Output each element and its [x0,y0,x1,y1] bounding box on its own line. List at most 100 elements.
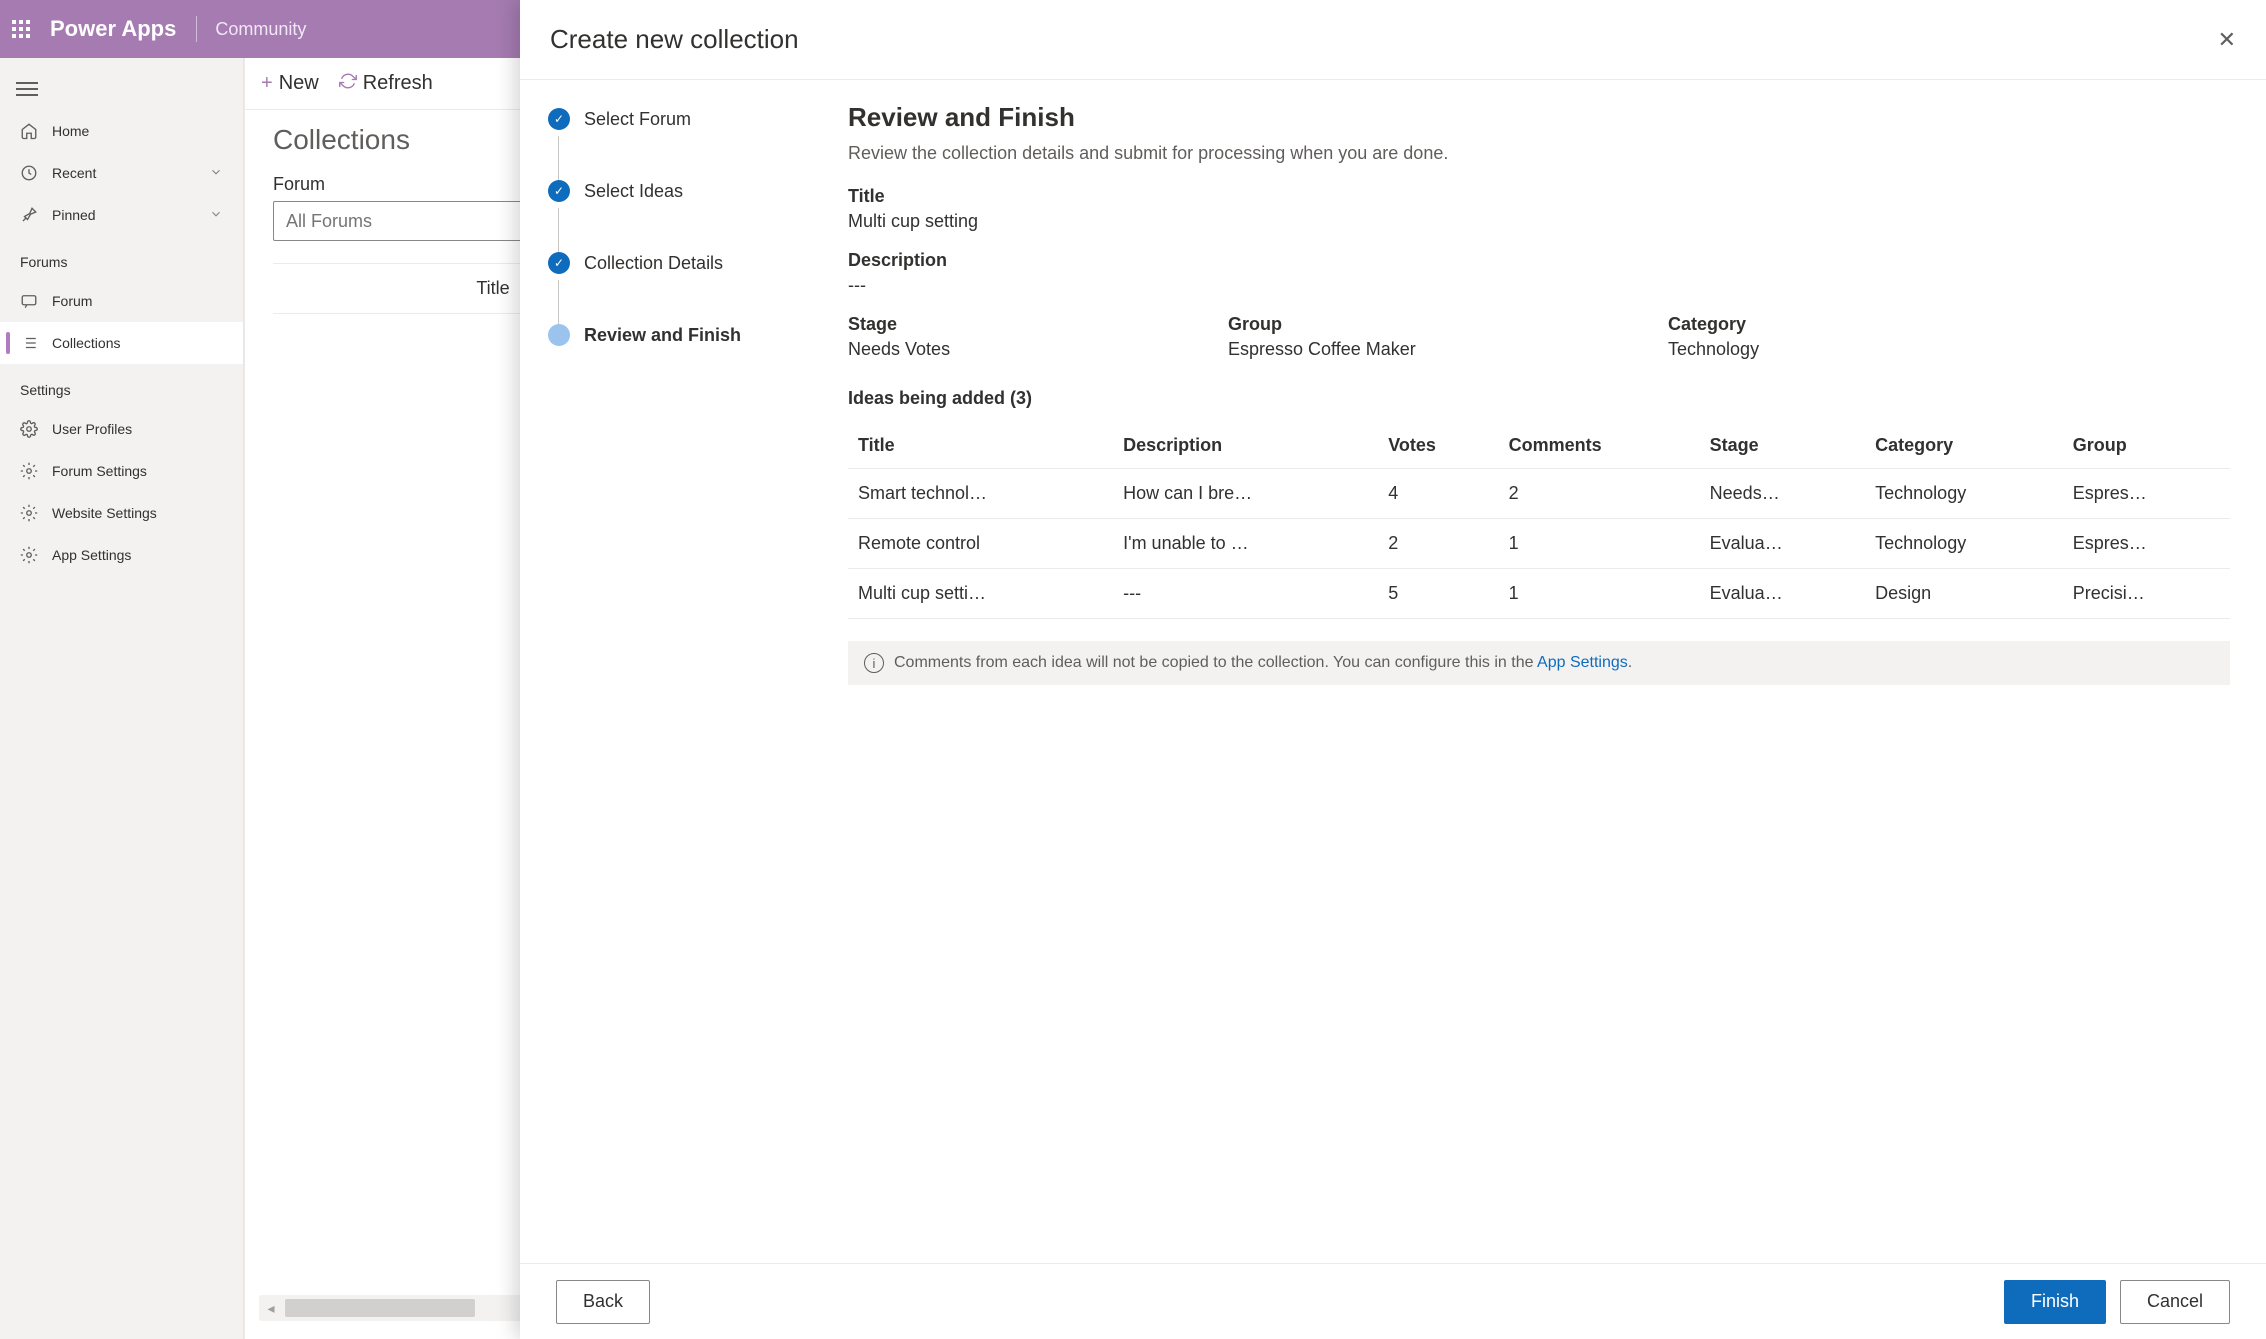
cell-comments: 1 [1499,519,1700,569]
refresh-icon [339,72,357,96]
nav-app-settings[interactable]: App Settings [0,534,243,576]
chevron-down-icon [209,207,223,224]
scroll-thumb[interactable] [285,1299,475,1317]
table-row[interactable]: Remote control I'm unable to … 2 1 Evalu… [848,519,2230,569]
col-description: Description [1113,423,1378,469]
nav-item-label: App Settings [52,547,131,563]
nav-item-label: Recent [52,165,96,181]
finish-button[interactable]: Finish [2004,1280,2106,1324]
info-bar: i Comments from each idea will not be co… [848,641,2230,685]
panel-title: Create new collection [550,24,799,55]
pin-icon [20,206,38,224]
nav-item-label: Forum Settings [52,463,147,479]
group-field-label: Group [1228,314,1588,335]
cell-votes: 4 [1378,469,1498,519]
app-launcher-icon[interactable] [12,20,30,38]
title-field-value: Multi cup setting [848,211,2230,232]
nav-item-label: Pinned [52,207,96,223]
col-category: Category [1865,423,2063,469]
gear-icon [20,420,38,438]
cell-title: Smart technol… [848,469,1113,519]
panel-header: Create new collection ✕ [520,0,2266,80]
close-icon[interactable]: ✕ [2218,27,2236,53]
cell-comments: 1 [1499,569,1700,619]
stage-field-label: Stage [848,314,1148,335]
stage-field-value: Needs Votes [848,339,1148,360]
review-heading: Review and Finish [848,102,2230,133]
nav-item-label: Website Settings [52,505,157,521]
cell-stage: Evalua… [1700,569,1865,619]
current-step-icon [548,324,570,346]
cancel-button[interactable]: Cancel [2120,1280,2230,1324]
step-review-finish[interactable]: Review and Finish [548,324,820,346]
step-collection-details[interactable]: ✓ Collection Details [548,252,820,274]
info-message: Comments from each idea will not be copi… [894,654,1537,671]
nav-item-label: User Profiles [52,421,132,437]
nav-group-forums: Forums [0,236,243,280]
cell-comments: 2 [1499,469,1700,519]
step-select-forum[interactable]: ✓ Select Forum [548,108,820,130]
cmd-label: New [279,72,319,95]
cell-category: Technology [1865,519,2063,569]
cell-votes: 2 [1378,519,1498,569]
cell-stage: Evalua… [1700,519,1865,569]
nav-forum-settings[interactable]: Forum Settings [0,450,243,492]
info-text: Comments from each idea will not be copi… [894,654,1632,672]
step-label: Select Ideas [584,181,683,202]
table-row[interactable]: Smart technol… How can I bre… 4 2 Needs…… [848,469,2230,519]
cell-stage: Needs… [1700,469,1865,519]
ideas-being-added-label: Ideas being added (3) [848,388,2230,409]
description-field-value: --- [848,275,2230,296]
app-name: Power Apps [50,16,176,42]
app-subtitle: Community [215,19,306,40]
cmd-label: Refresh [363,72,433,95]
step-label: Collection Details [584,253,723,274]
step-label: Review and Finish [584,325,741,346]
chat-icon [20,292,38,310]
summary-row: Stage Needs Votes Group Espresso Coffee … [848,314,2230,378]
cell-desc: --- [1113,569,1378,619]
nav-group-settings: Settings [0,364,243,408]
list-icon [20,334,38,352]
table-row[interactable]: Multi cup setti… --- 5 1 Evalua… Design … [848,569,2230,619]
step-label: Select Forum [584,109,691,130]
gear-icon [20,462,38,480]
nav-website-settings[interactable]: Website Settings [0,492,243,534]
cell-votes: 5 [1378,569,1498,619]
back-button[interactable]: Back [556,1280,650,1324]
info-icon: i [864,653,884,673]
col-stage: Stage [1700,423,1865,469]
review-subheading: Review the collection details and submit… [848,143,2230,164]
nav-recent[interactable]: Recent [0,152,243,194]
scroll-left-icon[interactable]: ◂ [259,1300,283,1317]
gear-icon [20,504,38,522]
app-settings-link[interactable]: App Settings [1537,654,1628,671]
title-field-label: Title [848,186,2230,207]
hamburger-icon[interactable] [0,68,243,110]
new-button[interactable]: + New [261,72,319,95]
refresh-button[interactable]: Refresh [339,72,433,96]
wizard-stepper: ✓ Select Forum ✓ Select Ideas ✓ Collecti… [520,80,840,1263]
step-select-ideas[interactable]: ✓ Select Ideas [548,180,820,202]
plus-icon: + [261,72,273,95]
group-field-value: Espresso Coffee Maker [1228,339,1588,360]
nav-user-profiles[interactable]: User Profiles [0,408,243,450]
cell-title: Multi cup setti… [848,569,1113,619]
nav-pinned[interactable]: Pinned [0,194,243,236]
category-field-value: Technology [1668,339,1968,360]
nav-collections[interactable]: Collections [0,322,243,364]
ideas-table: Title Description Votes Comments Stage C… [848,423,2230,619]
cell-category: Design [1865,569,2063,619]
cell-desc: How can I bre… [1113,469,1378,519]
cell-group: Precisi… [2063,569,2230,619]
review-section: Review and Finish Review the collection … [840,80,2266,1263]
table-header-row: Title Description Votes Comments Stage C… [848,423,2230,469]
col-group: Group [2063,423,2230,469]
check-icon: ✓ [548,108,570,130]
panel-footer: Back Finish Cancel [520,1263,2266,1339]
clock-icon [20,164,38,182]
nav-forum[interactable]: Forum [0,280,243,322]
check-icon: ✓ [548,252,570,274]
cell-title: Remote control [848,519,1113,569]
nav-home[interactable]: Home [0,110,243,152]
